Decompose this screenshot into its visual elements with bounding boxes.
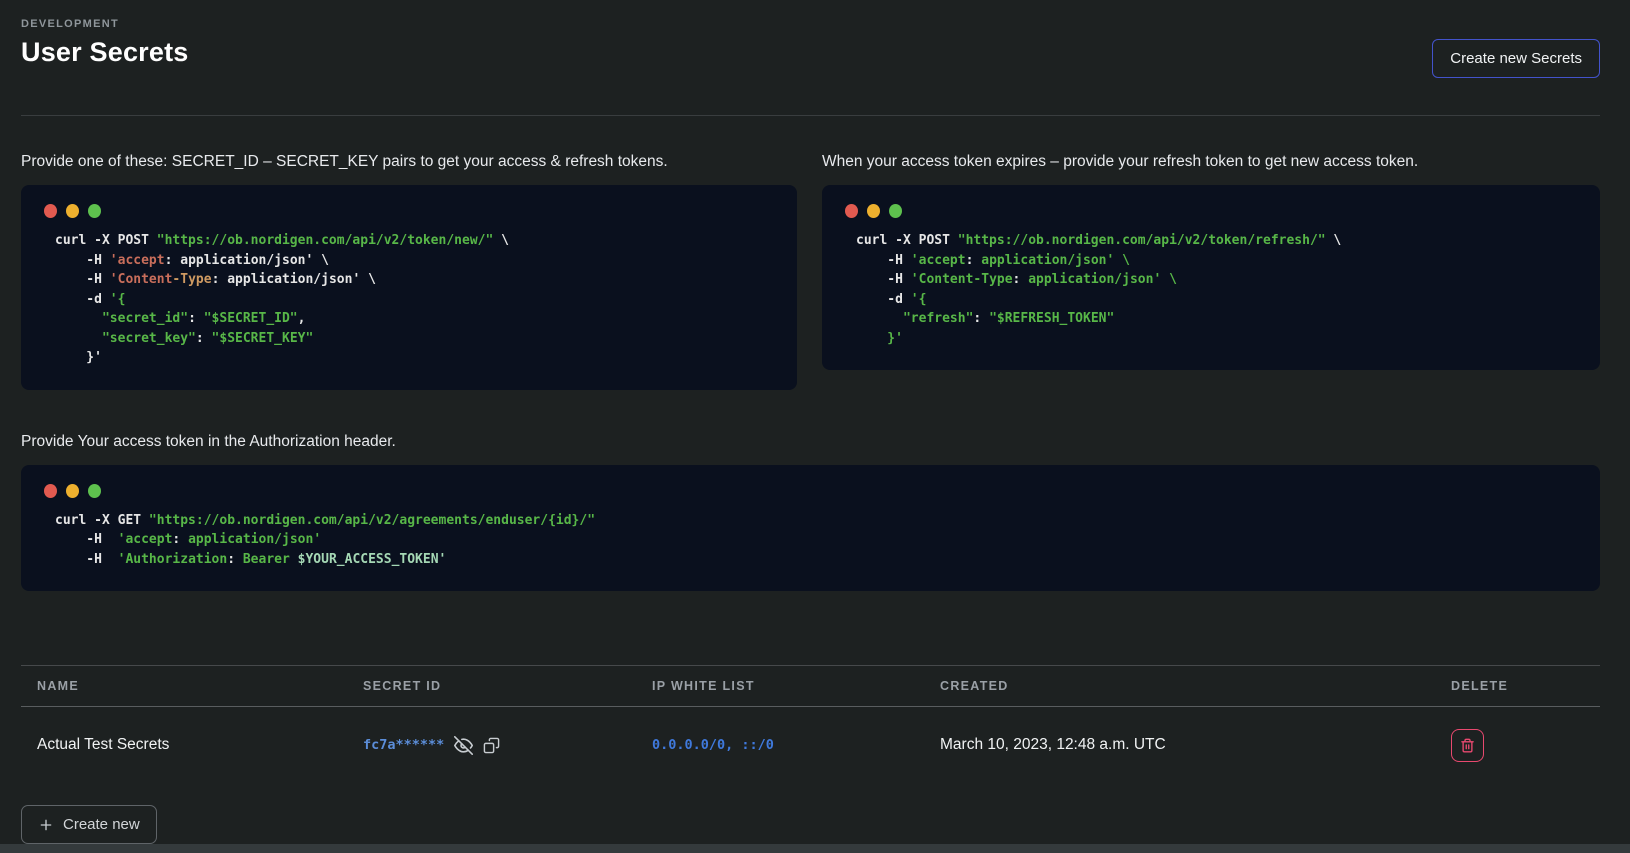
red-dot-icon xyxy=(845,204,858,218)
yellow-dot-icon xyxy=(867,204,880,218)
code-content-authorization: curl -X GET "https://ob.nordigen.com/api… xyxy=(55,511,1576,570)
copy-icon[interactable] xyxy=(483,737,500,754)
code-block-token-new: curl -X POST "https://ob.nordigen.com/ap… xyxy=(21,185,797,390)
header-divider xyxy=(21,115,1600,116)
breadcrumb-eyebrow: DEVELOPMENT xyxy=(21,18,189,30)
trash-icon xyxy=(1460,738,1475,753)
secret-id-cell: fc7a****** xyxy=(363,736,652,755)
created-cell: March 10, 2023, 12:48 a.m. UTC xyxy=(940,736,1451,754)
column-header-created: CREATED xyxy=(940,679,1451,693)
section-token-refresh: When your access token expires – provide… xyxy=(822,152,1600,390)
page-title: User Secrets xyxy=(21,37,189,68)
plus-icon xyxy=(38,817,54,833)
eye-off-icon[interactable] xyxy=(454,736,473,755)
code-block-token-refresh: curl -X POST "https://ob.nordigen.com/ap… xyxy=(822,185,1600,370)
window-controls xyxy=(44,204,773,218)
code-content-token-refresh: curl -X POST "https://ob.nordigen.com/ap… xyxy=(856,231,1576,348)
section-authorization-header: Provide Your access token in the Authori… xyxy=(21,432,1600,592)
yellow-dot-icon xyxy=(66,484,79,498)
yellow-dot-icon xyxy=(66,204,79,218)
window-controls xyxy=(44,484,1576,498)
section-title-token-new: Provide one of these: SECRET_ID – SECRET… xyxy=(21,152,797,171)
green-dot-icon xyxy=(889,204,902,218)
green-dot-icon xyxy=(88,484,101,498)
green-dot-icon xyxy=(88,204,101,218)
ip-white-list-cell: 0.0.0.0/0, ::/0 xyxy=(652,737,940,753)
horizontal-scrollbar[interactable] xyxy=(0,844,1630,853)
delete-secret-button[interactable] xyxy=(1451,729,1484,762)
code-content-token-new: curl -X POST "https://ob.nordigen.com/ap… xyxy=(55,231,773,368)
column-header-name: NAME xyxy=(21,679,363,693)
create-new-button[interactable]: Create new xyxy=(21,805,157,844)
section-title-authorization: Provide Your access token in the Authori… xyxy=(21,432,1600,451)
table-header-row: NAME SECRET ID IP WHITE LIST CREATED DEL… xyxy=(21,665,1600,707)
secret-name-cell: Actual Test Secrets xyxy=(21,736,363,754)
page-header: DEVELOPMENT User Secrets Create new Secr… xyxy=(21,18,1600,78)
page-heading-group: DEVELOPMENT User Secrets xyxy=(21,18,189,68)
curl-examples-row: Provide one of these: SECRET_ID – SECRET… xyxy=(21,152,1600,390)
column-header-ip-white-list: IP WHITE LIST xyxy=(652,679,940,693)
create-new-button-label: Create new xyxy=(63,816,140,833)
delete-cell xyxy=(1451,729,1600,762)
column-header-secret-id: SECRET ID xyxy=(363,679,652,693)
red-dot-icon xyxy=(44,484,57,498)
red-dot-icon xyxy=(44,204,57,218)
secrets-table: NAME SECRET ID IP WHITE LIST CREATED DEL… xyxy=(21,665,1600,783)
page-content: DEVELOPMENT User Secrets Create new Secr… xyxy=(0,0,1630,844)
create-new-secrets-button[interactable]: Create new Secrets xyxy=(1432,39,1600,78)
window-controls xyxy=(845,204,1576,218)
section-token-new: Provide one of these: SECRET_ID – SECRET… xyxy=(21,152,797,390)
column-header-delete: DELETE xyxy=(1451,679,1600,693)
section-title-token-refresh: When your access token expires – provide… xyxy=(822,152,1600,171)
table-row: Actual Test Secrets fc7a****** 0.0.0.0/0 xyxy=(21,707,1600,783)
code-block-authorization: curl -X GET "https://ob.nordigen.com/api… xyxy=(21,465,1600,592)
secret-id-masked-value: fc7a****** xyxy=(363,737,444,753)
